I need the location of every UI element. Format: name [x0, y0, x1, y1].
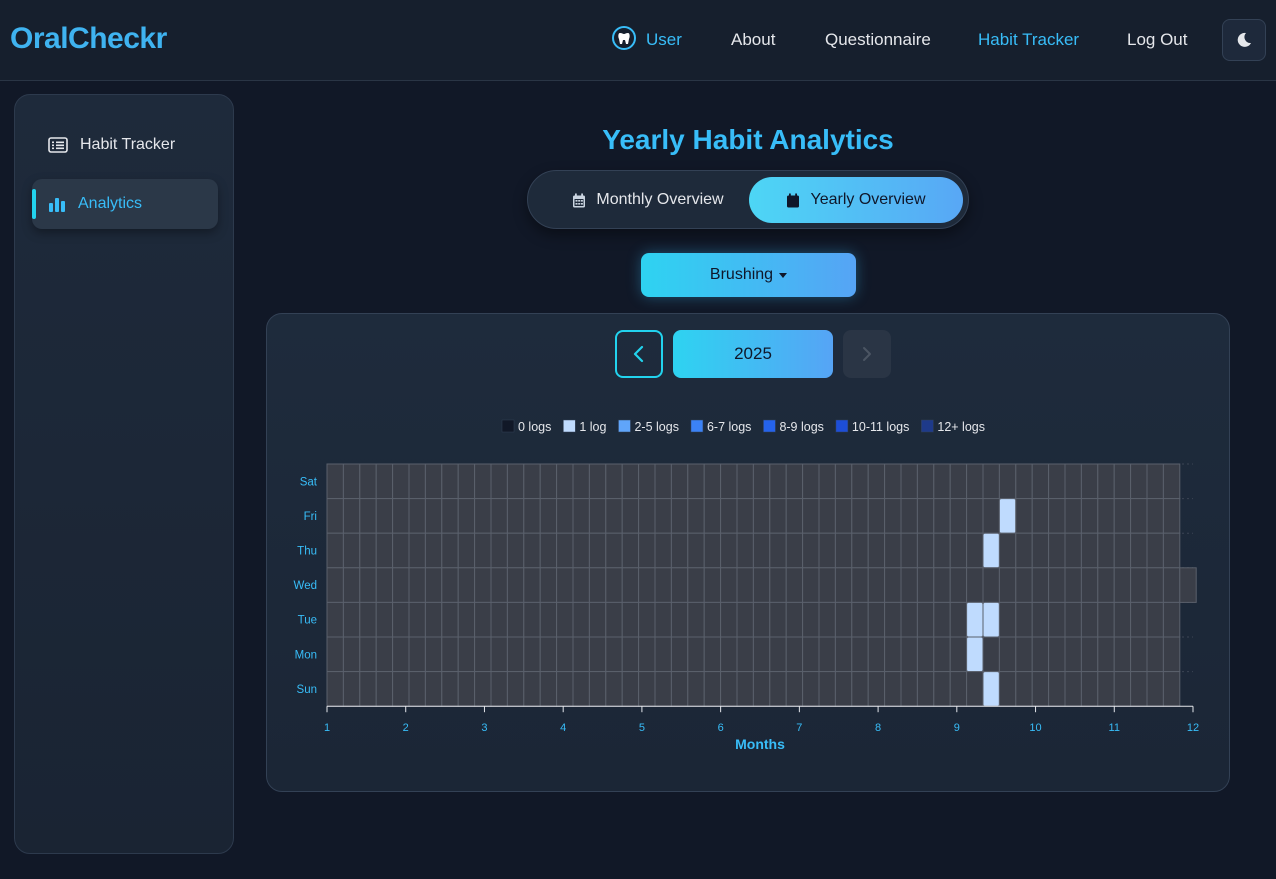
sidebar-item-label: Analytics: [78, 195, 143, 212]
nav-about-link[interactable]: About: [731, 30, 775, 50]
overview-toggle: Monthly Overview Yearly Overview: [527, 170, 969, 229]
brand-logo[interactable]: OralCheckr: [10, 22, 167, 56]
sidebar: Habit Tracker Analytics: [14, 94, 234, 854]
year-label: 2025: [673, 330, 833, 378]
calendar-icon: [573, 193, 586, 207]
nav-habit-tracker-link[interactable]: Habit Tracker: [978, 30, 1079, 50]
habit-select-dropdown[interactable]: Brushing: [641, 253, 856, 297]
caret-down-icon: [779, 272, 788, 278]
theme-toggle-button[interactable]: [1222, 19, 1266, 61]
tooth-icon: [612, 26, 636, 50]
bar-chart-icon: [49, 198, 65, 212]
nav-questionnaire-link[interactable]: Questionnaire: [825, 30, 931, 50]
chevron-left-icon: [633, 345, 644, 363]
habit-select-value: Brushing: [709, 266, 774, 283]
tab-monthly-overview[interactable]: Monthly Overview: [548, 177, 748, 223]
calendar-icon: [787, 193, 800, 207]
top-navbar: OralCheckr User About Questionnaire Habi…: [0, 0, 1276, 81]
heatmap-panel: [266, 313, 1230, 792]
nav-logout-link[interactable]: Log Out: [1127, 30, 1188, 50]
sidebar-item-analytics[interactable]: Analytics: [32, 179, 218, 229]
tab-label: Monthly Overview: [596, 191, 724, 208]
tab-label: Yearly Overview: [810, 191, 926, 208]
page-title: Yearly Habit Analytics: [602, 124, 894, 155]
chevron-right-icon: [863, 347, 871, 361]
tab-yearly-overview[interactable]: Yearly Overview: [749, 177, 963, 223]
next-year-button[interactable]: [843, 330, 891, 378]
nav-user-link[interactable]: User: [646, 30, 682, 50]
previous-year-button[interactable]: [615, 330, 663, 378]
moon-icon: [1237, 32, 1251, 47]
